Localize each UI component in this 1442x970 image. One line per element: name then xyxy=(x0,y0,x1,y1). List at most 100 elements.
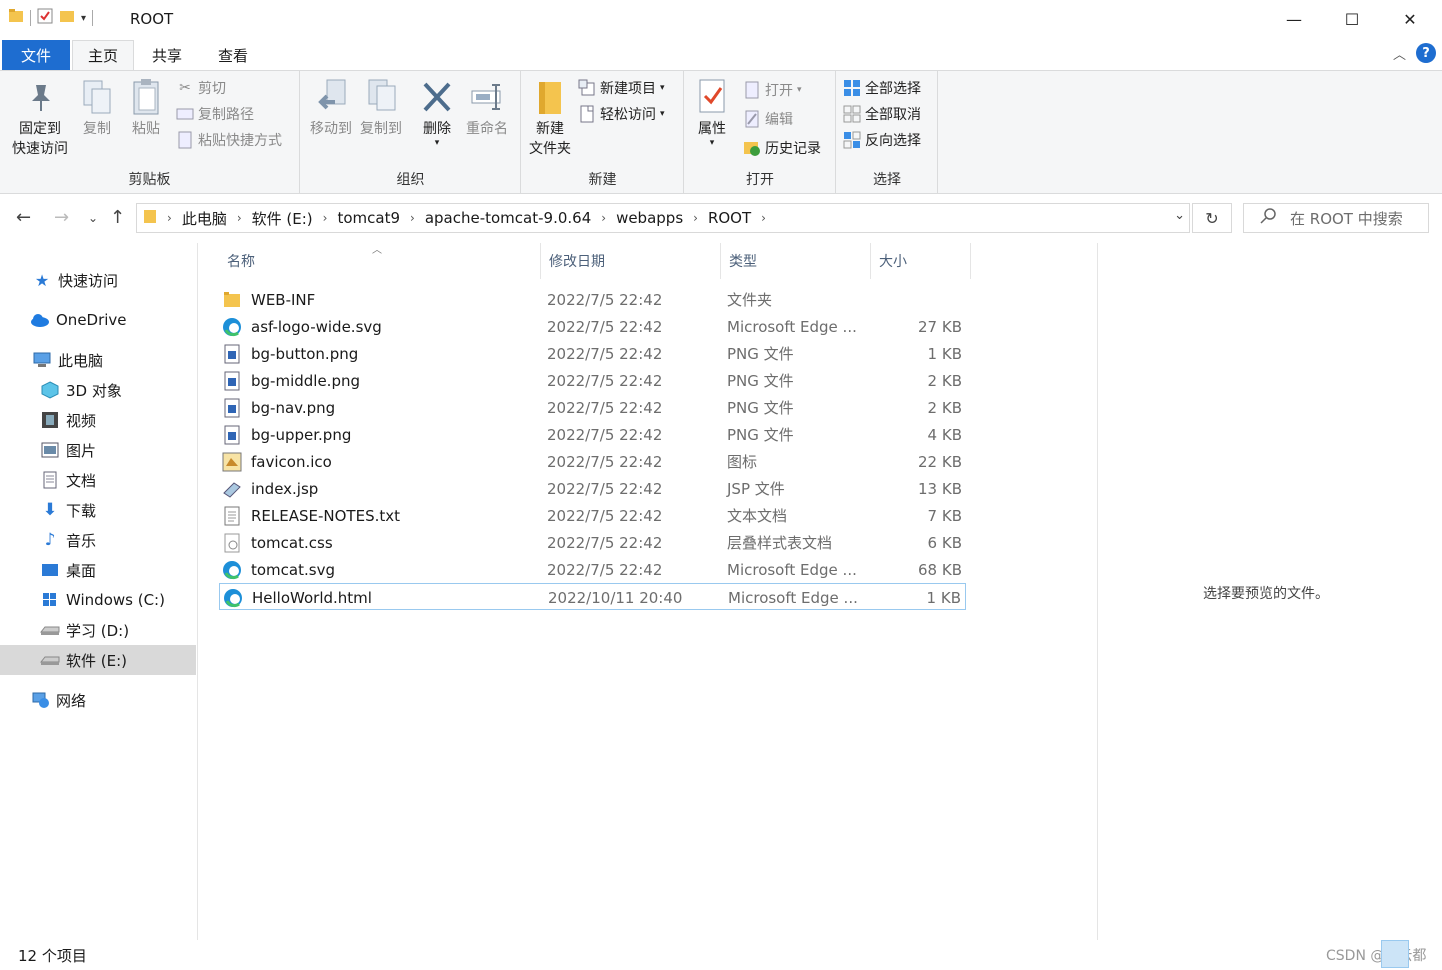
breadcrumb-chevron-icon[interactable]: › xyxy=(410,211,415,225)
breadcrumb-chevron-icon[interactable]: › xyxy=(601,211,606,225)
nav-network[interactable]: 网络 xyxy=(0,685,196,715)
nav-videos[interactable]: 视频 xyxy=(0,405,196,435)
maximize-button[interactable]: ☐ xyxy=(1323,0,1381,38)
up-arrow-icon[interactable]: ↑ xyxy=(110,207,125,228)
easy-access-button[interactable]: 轻松访问 ▾ xyxy=(578,103,665,125)
forward-arrow-icon[interactable]: → xyxy=(54,207,69,228)
breadcrumb-chevron-icon[interactable]: › xyxy=(167,211,172,225)
nav-drive-e[interactable]: 软件 (E:) xyxy=(0,645,196,675)
css-file-icon xyxy=(221,532,243,554)
folder-icon[interactable] xyxy=(8,8,24,28)
column-header-type[interactable]: 类型 xyxy=(721,243,871,279)
paste-button[interactable]: 粘贴 xyxy=(124,77,168,139)
table-row[interactable]: index.jsp 2022/7/5 22:42 JSP 文件 13 KB xyxy=(219,475,966,502)
column-header-date[interactable]: 修改日期 xyxy=(541,243,721,279)
collapse-ribbon-icon[interactable]: ︿ xyxy=(1393,44,1406,63)
table-row[interactable]: bg-upper.png 2022/7/5 22:42 PNG 文件 4 KB xyxy=(219,421,966,448)
table-row[interactable]: RELEASE-NOTES.txt 2022/7/5 22:42 文本文档 7 KB xyxy=(219,502,966,529)
nav-desktop[interactable]: 桌面 xyxy=(0,555,196,585)
breadcrumb-root[interactable]: ROOT xyxy=(708,209,751,227)
table-row-selected[interactable]: HelloWorld.html 2022/10/11 20:40 Microsoft… xyxy=(219,583,966,610)
text-file-icon xyxy=(221,505,243,527)
help-icon[interactable]: ? xyxy=(1416,43,1436,63)
rename-button[interactable]: 重命名 xyxy=(461,77,513,139)
nav-pictures[interactable]: 图片 xyxy=(0,435,196,465)
breadcrumb-chevron-icon[interactable]: › xyxy=(693,211,698,225)
nav-drive-d[interactable]: 学习 (D:) xyxy=(0,615,196,645)
new-folder-icon[interactable] xyxy=(59,8,75,28)
close-button[interactable]: ✕ xyxy=(1381,0,1439,38)
breadcrumb-apache-tomcat[interactable]: apache-tomcat-9.0.64 xyxy=(425,209,591,227)
recent-locations-chevron-icon[interactable]: ⌄ xyxy=(88,211,98,225)
table-row[interactable]: favicon.ico 2022/7/5 22:42 图标 22 KB xyxy=(219,448,966,475)
breadcrumb-chevron-icon[interactable]: › xyxy=(323,211,328,225)
open-button[interactable]: 打开 ▾ xyxy=(743,79,802,101)
move-to-button[interactable]: 移动到 xyxy=(305,77,357,139)
cut-button[interactable]: ✂ 剪切 xyxy=(176,77,226,99)
nav-downloads[interactable]: ⬇ 下载 xyxy=(0,495,196,525)
table-row[interactable]: bg-nav.png 2022/7/5 22:42 PNG 文件 2 KB xyxy=(219,394,966,421)
delete-x-icon xyxy=(420,77,454,117)
table-row[interactable]: tomcat.svg 2022/7/5 22:42 Microsoft Edge .… xyxy=(219,556,966,583)
history-button[interactable]: 历史记录 xyxy=(743,137,821,159)
table-row[interactable]: asf-logo-wide.svg 2022/7/5 22:42 Microsoft… xyxy=(219,313,966,340)
pin-quick-access-button[interactable]: 固定到 快速访问 xyxy=(8,77,72,159)
column-header-size[interactable]: 大小 xyxy=(871,243,971,279)
delete-dropdown-icon[interactable]: ▾ xyxy=(435,139,440,148)
copy-to-button[interactable]: 复制到 xyxy=(355,77,407,139)
nav-music[interactable]: ♪ 音乐 xyxy=(0,525,196,555)
tab-home[interactable]: 主页 xyxy=(72,40,134,70)
address-dropdown-icon[interactable]: ⌄ xyxy=(1174,208,1185,223)
table-row[interactable]: bg-middle.png 2022/7/5 22:42 PNG 文件 2 KB xyxy=(219,367,966,394)
properties-button[interactable]: 属性 ▾ xyxy=(691,77,733,148)
paste-shortcut-button[interactable]: 粘贴快捷方式 xyxy=(176,129,282,151)
copy-path-button[interactable]: 复制路径 xyxy=(176,103,254,125)
breadcrumb-webapps[interactable]: webapps xyxy=(616,209,683,227)
breadcrumb-tomcat9[interactable]: tomcat9 xyxy=(337,209,400,227)
refresh-icon[interactable]: ↻ xyxy=(1192,203,1232,233)
file-date: 2022/7/5 22:42 xyxy=(547,425,663,444)
properties-dropdown-icon[interactable]: ▾ xyxy=(710,139,715,148)
breadcrumb-chevron-icon[interactable]: › xyxy=(237,211,242,225)
nav-3d-objects[interactable]: 3D 对象 xyxy=(0,375,196,405)
properties-label: 属性 xyxy=(698,121,726,137)
easy-access-dropdown-icon: ▾ xyxy=(660,109,665,119)
copy-button[interactable]: 复制 xyxy=(76,77,118,139)
tab-share[interactable]: 共享 xyxy=(136,40,198,70)
search-input[interactable]: 在 ROOT 中搜索 xyxy=(1243,203,1429,233)
breadcrumb-chevron-icon[interactable]: › xyxy=(761,211,766,225)
nav-drive-c[interactable]: Windows (C:) xyxy=(0,585,196,615)
file-name: bg-upper.png xyxy=(251,425,352,444)
new-item-button[interactable]: 新建项目 ▾ xyxy=(578,77,665,99)
address-bar[interactable]: › 此电脑 › 软件 (E:) › tomcat9 › apache-tomcat-9.… xyxy=(136,203,1190,233)
new-group: 新建 文件夹 新建项目 ▾ 轻松访问 ▾ 新建 xyxy=(522,71,684,193)
open-group: 属性 ▾ 打开 ▾ 编辑 历史记录 打开 xyxy=(685,71,836,193)
back-arrow-icon[interactable]: ← xyxy=(16,207,31,228)
customize-dropdown-icon[interactable]: ▾ xyxy=(81,13,86,24)
table-row[interactable]: tomcat.css 2022/7/5 22:42 层叠样式表文档 6 KB xyxy=(219,529,966,556)
new-folder-button[interactable]: 新建 文件夹 xyxy=(524,77,576,159)
delete-button[interactable]: 删除 ▾ xyxy=(417,77,457,148)
edit-label: 编辑 xyxy=(765,112,793,128)
tab-file[interactable]: 文件 xyxy=(2,40,70,70)
nav-documents[interactable]: 文档 xyxy=(0,465,196,495)
breadcrumb-drive-e[interactable]: 软件 (E:) xyxy=(252,208,313,229)
edit-button[interactable]: 编辑 xyxy=(743,108,793,130)
nav-label: 学习 (D:) xyxy=(66,621,130,640)
minimize-button[interactable]: — xyxy=(1265,0,1323,38)
tab-view[interactable]: 查看 xyxy=(202,40,264,70)
details-view-icon[interactable] xyxy=(1381,940,1409,968)
music-note-icon: ♪ xyxy=(44,530,56,550)
select-all-button[interactable]: 全部选择 xyxy=(843,77,921,99)
navigation-bar: ← → ⌄ ↑ › 此电脑 › 软件 (E:) › tomcat9 › apache-t… xyxy=(0,195,1442,243)
nav-this-pc[interactable]: 此电脑 xyxy=(0,345,196,375)
table-row[interactable]: bg-button.png 2022/7/5 22:42 PNG 文件 1 KB xyxy=(219,340,966,367)
invert-selection-button[interactable]: 反向选择 xyxy=(843,129,921,151)
properties-check-icon[interactable] xyxy=(37,8,53,28)
nav-quick-access[interactable]: ★ 快速访问 xyxy=(0,265,196,295)
breadcrumb-this-pc[interactable]: 此电脑 xyxy=(182,208,227,229)
nav-onedrive[interactable]: OneDrive xyxy=(0,305,196,335)
folder-icon xyxy=(143,208,157,228)
select-none-button[interactable]: 全部取消 xyxy=(843,103,921,125)
table-row[interactable]: WEB-INF 2022/7/5 22:42 文件夹 xyxy=(219,286,966,313)
